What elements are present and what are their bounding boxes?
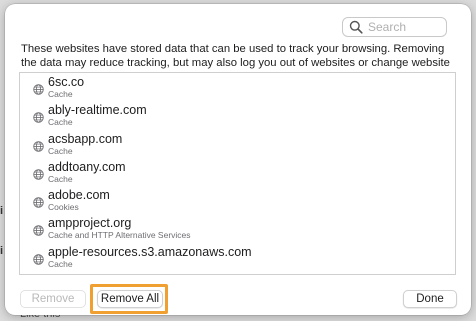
- globe-icon: [33, 167, 44, 180]
- globe-icon: [33, 252, 44, 265]
- search-field[interactable]: [342, 17, 448, 37]
- globe-icon: [33, 139, 44, 152]
- site-name: adobe.com: [48, 188, 110, 203]
- globe-icon: [33, 195, 44, 208]
- site-name: apple-resources.s3.amazonaws.com: [48, 244, 252, 259]
- site-name: addtoany.com: [48, 159, 126, 174]
- site-data-detail: Cache: [48, 258, 73, 269]
- site-data-detail: Cache and HTTP Alternative Services: [48, 230, 191, 241]
- list-item[interactable]: adobe.com Cookies: [20, 186, 455, 214]
- site-name: ampproject.org: [48, 216, 132, 231]
- list-item[interactable]: addtoany.com Cache: [20, 158, 455, 186]
- list-item[interactable]: ampproject.org Cache and HTTP Alternative…: [20, 214, 455, 242]
- list-item[interactable]: 6sc.co Cache: [20, 73, 455, 101]
- site-name: acsbapp.com: [48, 131, 123, 146]
- site-name: 6sc.co: [48, 75, 85, 89]
- remove-button[interactable]: Remove: [20, 290, 86, 308]
- list-item[interactable]: acsbapp.com Cache: [20, 130, 455, 158]
- search-icon: [349, 20, 363, 34]
- website-data-sheet: These websites have stored data that can…: [5, 4, 471, 315]
- background-text: i: [0, 205, 4, 217]
- done-button[interactable]: Done: [403, 290, 457, 308]
- globe-icon: [33, 223, 44, 237]
- search-input[interactable]: [368, 20, 448, 34]
- site-data-detail: Cache: [48, 145, 73, 156]
- site-data-detail: Cache: [48, 173, 73, 184]
- globe-icon: [33, 110, 44, 124]
- background-text: i: [0, 245, 4, 257]
- website-list[interactable]: 6sc.co Cache ably-realtime.com Cache acsbapp…: [19, 72, 456, 275]
- globe-icon: [33, 82, 44, 95]
- list-item[interactable]: apple-resources.s3.amazonaws.com Cache: [20, 243, 455, 271]
- site-data-detail: Cookies: [48, 202, 79, 213]
- site-data-detail: Cache: [48, 117, 73, 128]
- remove-all-button[interactable]: Remove All: [97, 290, 163, 308]
- list-item[interactable]: ably-realtime.com Cache: [20, 101, 455, 129]
- site-data-detail: Cache: [48, 89, 73, 99]
- site-name: ably-realtime.com: [48, 103, 147, 118]
